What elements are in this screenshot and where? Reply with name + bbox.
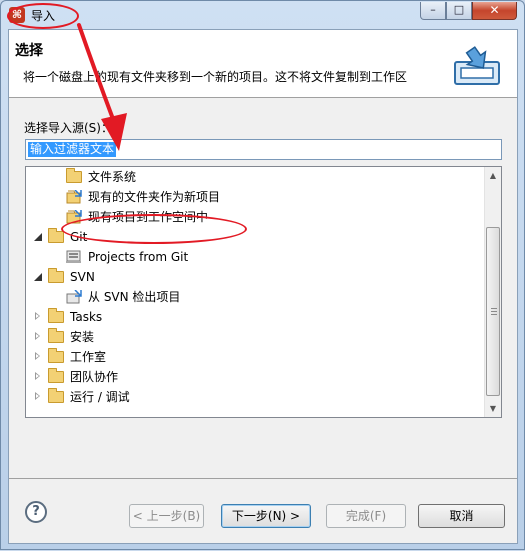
tree-item-label: 文件系统	[88, 170, 137, 184]
expand-closed-icon[interactable]	[35, 372, 40, 380]
scroll-thumb[interactable]	[486, 227, 500, 396]
folder-icon	[66, 168, 82, 183]
git-repo-icon	[66, 250, 81, 263]
close-button[interactable]: ✕	[472, 2, 517, 20]
folder-icon	[48, 328, 64, 343]
tree-item-label: SVN	[70, 270, 95, 284]
tree-item-label: 现有的文件夹作为新项目	[88, 190, 221, 204]
import-source-label: 选择导入源(S)：	[24, 121, 113, 135]
finish-button[interactable]: 完成(F)	[326, 504, 406, 528]
maximize-button[interactable]: □	[446, 2, 472, 20]
expand-closed-icon[interactable]	[35, 352, 40, 360]
tree-item-label: 从 SVN 检出项目	[88, 290, 181, 304]
tree-item-label: 运行 / 调试	[70, 390, 130, 404]
folder-icon	[48, 368, 64, 383]
scroll-grip-icon	[491, 308, 497, 315]
tree-item-label: Projects from Git	[88, 250, 189, 264]
scroll-up-arrow-icon[interactable]: ▲	[485, 167, 501, 184]
tree-item-label: 安装	[70, 330, 95, 344]
next-button[interactable]: 下一步(N) >	[221, 504, 311, 528]
folder-icon	[48, 268, 64, 283]
import-source-tree[interactable]: 文件系统 现有的文件夹作为新项目 现有项目到工作空间中 Git Projects…	[25, 166, 502, 418]
page-title: 选择	[15, 43, 43, 59]
item-annotation-ellipse	[61, 214, 247, 244]
folder-icon	[48, 308, 64, 323]
tree-scrollbar[interactable]: ▲ ▼	[484, 167, 501, 417]
expand-closed-icon[interactable]	[35, 312, 40, 320]
svn-checkout-icon	[66, 290, 82, 304]
minimize-button[interactable]: –	[420, 2, 446, 20]
footer-divider	[9, 478, 517, 479]
help-icon[interactable]: ?	[25, 501, 47, 523]
folder-icon	[48, 228, 64, 243]
dialog-client-area: 选择 将一个磁盘上的现有文件夹移到一个新的项目。这不将文件复制到工作区 选择导入…	[8, 29, 518, 544]
import-tray-icon	[454, 46, 500, 85]
filter-input[interactable]: 输入过滤器文本	[25, 139, 502, 160]
title-annotation-ellipse	[7, 3, 79, 29]
cancel-button[interactable]: 取消	[418, 504, 505, 528]
project-icon	[66, 190, 82, 204]
filter-input-text: 输入过滤器文本	[28, 142, 117, 157]
tree-item-label: 团队协作	[70, 370, 119, 384]
page-description: 将一个磁盘上的现有文件夹移到一个新的项目。这不将文件复制到工作区	[23, 70, 408, 84]
title-bar[interactable]: ⌘ 导入 – □ ✕	[1, 1, 524, 29]
folder-icon	[48, 348, 64, 363]
import-dialog-window: ⌘ 导入 – □ ✕ 选择 将一个磁盘上的现有文件夹移到一个新的项目。这不将文件…	[0, 0, 525, 550]
expand-closed-icon[interactable]	[35, 392, 40, 400]
back-button[interactable]: < 上一步(B)	[129, 504, 204, 528]
scroll-down-arrow-icon[interactable]: ▼	[485, 400, 501, 417]
expand-open-icon[interactable]	[34, 273, 42, 281]
tree-item-label: Tasks	[70, 310, 103, 324]
tree-item-label: 工作室	[70, 350, 107, 364]
expand-closed-icon[interactable]	[35, 332, 40, 340]
wizard-header: 选择 将一个磁盘上的现有文件夹移到一个新的项目。这不将文件复制到工作区	[9, 30, 517, 98]
folder-icon	[48, 388, 64, 403]
expand-open-icon[interactable]	[34, 233, 42, 241]
